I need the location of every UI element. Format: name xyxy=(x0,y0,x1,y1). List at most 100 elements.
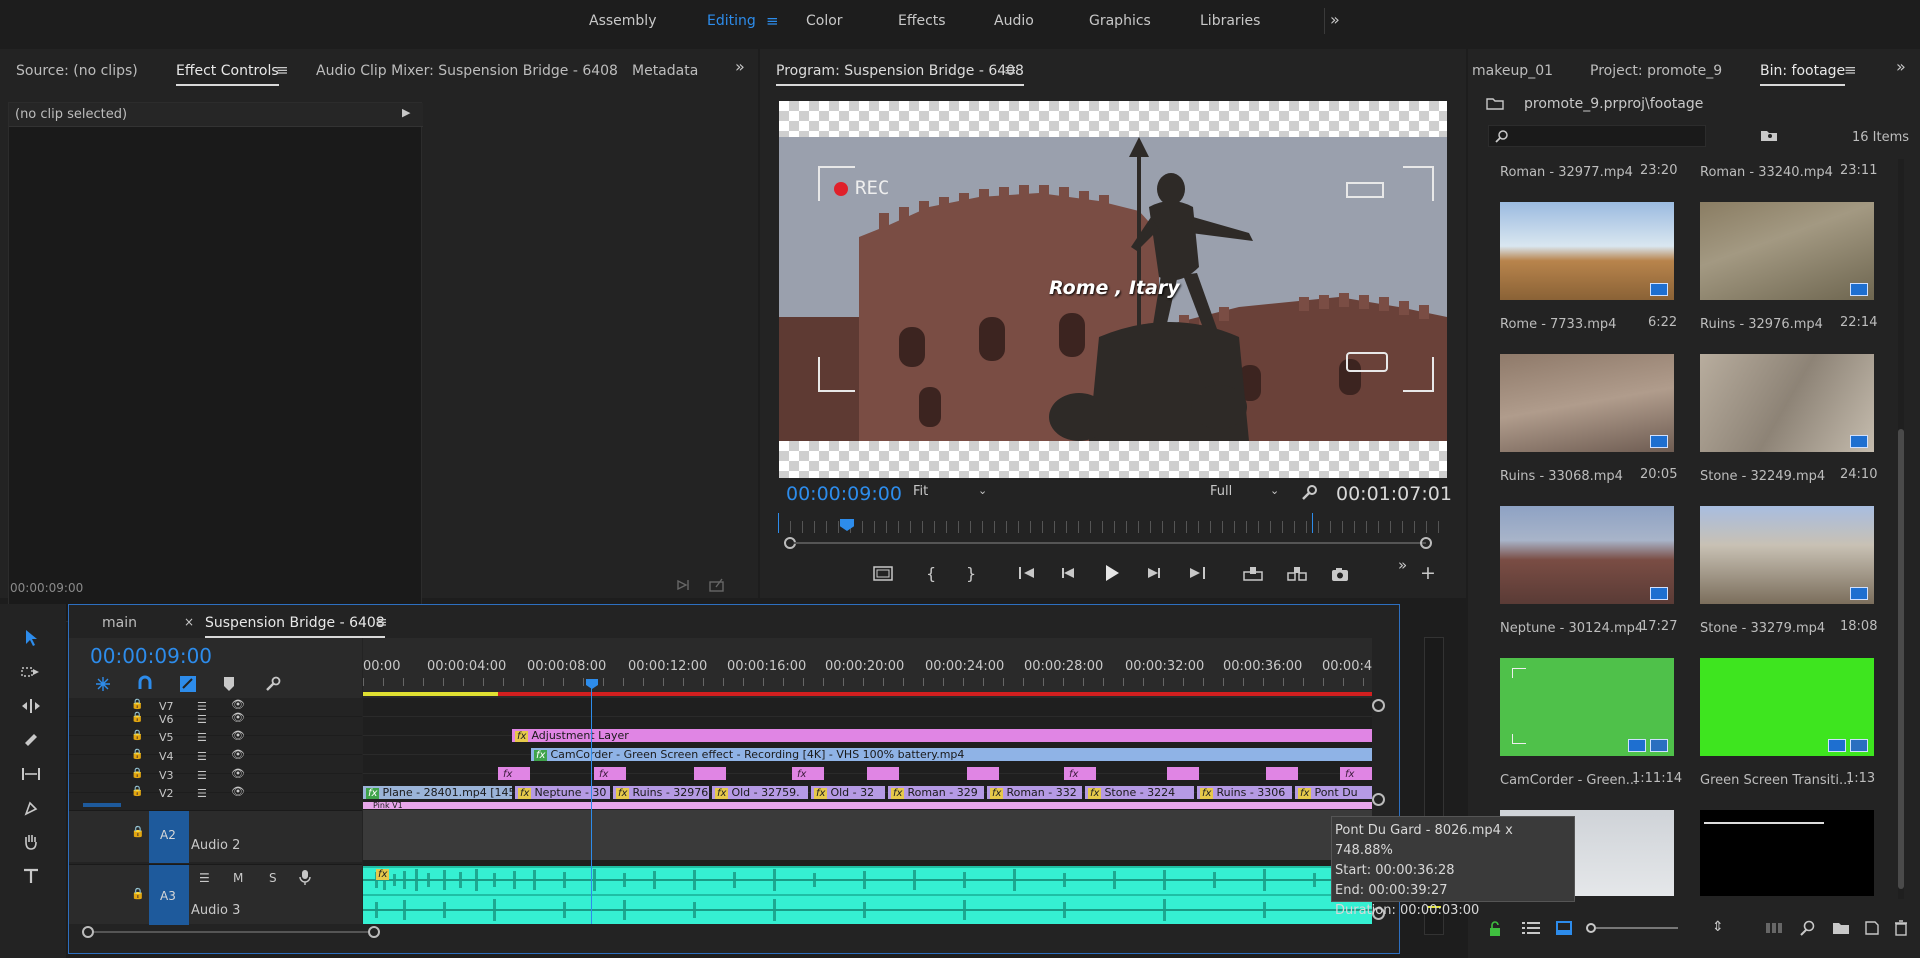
bin-item-name[interactable]: Rome - 7733.mp4 xyxy=(1500,317,1616,332)
lock-icon[interactable]: 🔒 xyxy=(131,730,143,741)
toggle-sync-icon[interactable]: ☰ xyxy=(197,750,207,763)
bin-item-name[interactable]: Green Screen Transiti... xyxy=(1700,773,1851,788)
zoom-handle-left[interactable] xyxy=(82,926,94,938)
bin-thumbnail-partial-dark[interactable] xyxy=(1700,810,1874,896)
step-back-icon[interactable] xyxy=(1060,566,1076,580)
tab-sequence-suspension-bridge[interactable]: Suspension Bridge - 6408 xyxy=(205,615,385,638)
program-viewer[interactable]: REC Rome , Itary xyxy=(779,101,1447,478)
workspace-menu-icon[interactable]: ≡ xyxy=(766,12,779,30)
lock-icon[interactable]: 🔒 xyxy=(131,749,143,760)
tab-source[interactable]: Source: (no clips) xyxy=(16,63,138,79)
workspace-tab-libraries[interactable]: Libraries xyxy=(1200,13,1260,29)
safe-margins-icon[interactable] xyxy=(872,564,894,582)
expand-arrow-icon[interactable]: ▶ xyxy=(402,106,410,119)
bin-item-name[interactable]: Ruins - 33068.mp4 xyxy=(1500,469,1623,484)
bin-thumbnail-ruins-2[interactable] xyxy=(1500,354,1674,452)
toggle-sync-icon[interactable]: ☰ xyxy=(197,787,207,800)
tab-metadata[interactable]: Metadata xyxy=(632,63,698,79)
timeline-menu-icon[interactable]: ≡ xyxy=(375,613,388,631)
find-icon[interactable] xyxy=(1800,920,1816,936)
track-select-tool-icon[interactable] xyxy=(16,658,46,686)
linked-selection-icon[interactable] xyxy=(179,675,197,693)
step-forward-icon[interactable] xyxy=(1146,566,1162,580)
bin-search-input[interactable] xyxy=(1488,125,1706,147)
timeline-settings-wrench-icon[interactable] xyxy=(265,676,281,692)
more-panels-icon[interactable]: » xyxy=(735,57,745,76)
icon-view-icon[interactable] xyxy=(1556,921,1572,935)
clip-v3[interactable] xyxy=(967,767,999,780)
bin-thumbnail-camcorder[interactable] xyxy=(1500,658,1674,756)
mark-in-icon[interactable]: { xyxy=(926,564,936,583)
program-current-time[interactable]: 00:00:09:00 xyxy=(786,483,902,505)
bin-item-name[interactable]: Roman - 33240.mp4 xyxy=(1700,165,1833,180)
clip-adjustment-layer[interactable]: fx Adjustment Layer xyxy=(512,729,1372,742)
clip-camcorder[interactable]: fx CamCorder - Green Screen effect - Reco… xyxy=(531,748,1372,761)
lock-icon[interactable] xyxy=(1488,921,1502,937)
eye-icon[interactable]: 👁 xyxy=(231,748,245,761)
extract-icon[interactable] xyxy=(1286,566,1308,582)
eye-icon[interactable]: 👁 xyxy=(231,711,245,724)
clip-v3[interactable]: fx xyxy=(498,767,530,780)
workspace-tab-effects[interactable]: Effects xyxy=(898,13,946,29)
bin-item-name[interactable]: Ruins - 32976.mp4 xyxy=(1700,317,1823,332)
lock-icon[interactable]: 🔒 xyxy=(131,887,145,900)
bin-thumbnail-green-screen[interactable] xyxy=(1700,658,1874,756)
add-button-icon[interactable]: + xyxy=(1420,562,1436,584)
zoom-handle-right[interactable] xyxy=(368,926,380,938)
delete-icon[interactable] xyxy=(1894,920,1908,936)
clip-v2[interactable]: fx Stone - 3224 xyxy=(1085,786,1194,799)
list-view-icon[interactable] xyxy=(1522,921,1540,935)
workspace-tab-color[interactable]: Color xyxy=(806,13,843,29)
bin-thumbnail-rome[interactable] xyxy=(1500,202,1674,300)
bin-item-name[interactable]: Neptune - 30124.mp4 xyxy=(1500,621,1643,636)
tab-makeup[interactable]: makeup_01 xyxy=(1472,63,1553,79)
tab-effect-controls[interactable]: Effect Controls xyxy=(176,63,279,86)
export-icon[interactable] xyxy=(708,577,726,593)
mark-out-icon[interactable]: } xyxy=(966,564,976,583)
bin-menu-icon[interactable]: ≡ xyxy=(1844,61,1857,79)
v1-source-patch[interactable] xyxy=(83,803,121,807)
panel-menu-icon[interactable]: ≡ xyxy=(276,61,289,79)
zoom-bar[interactable] xyxy=(784,537,1444,549)
microphone-icon[interactable] xyxy=(299,869,311,885)
tab-project[interactable]: Project: promote_9 xyxy=(1590,63,1722,79)
nest-icon[interactable] xyxy=(95,676,111,692)
toggle-sync-icon[interactable]: ☰ xyxy=(199,871,210,885)
automate-icon[interactable] xyxy=(1766,921,1784,935)
filter-audio-icon[interactable] xyxy=(676,577,694,593)
lock-icon[interactable]: 🔒 xyxy=(131,768,143,779)
bin-item-name[interactable]: Roman - 32977.mp4 xyxy=(1500,165,1633,180)
clip-v3[interactable] xyxy=(1167,767,1199,780)
program-scrubber[interactable] xyxy=(778,513,1446,533)
mute-button[interactable]: M xyxy=(233,871,243,885)
workspace-tab-assembly[interactable]: Assembly xyxy=(589,13,656,29)
timeline-zoom-bar[interactable] xyxy=(82,925,382,939)
add-marker-icon[interactable] xyxy=(223,676,235,692)
clip-v2[interactable]: fx Roman - 329 xyxy=(888,786,984,799)
tab-audio-clip-mixer[interactable]: Audio Clip Mixer: Suspension Bridge - 64… xyxy=(316,63,618,79)
camera-icon[interactable] xyxy=(1330,566,1350,582)
toggle-sync-icon[interactable]: ☰ xyxy=(197,713,207,726)
clip-v3[interactable]: fx xyxy=(792,767,824,780)
go-to-out-icon[interactable] xyxy=(1188,566,1206,580)
new-bin-icon[interactable] xyxy=(1832,921,1850,935)
eye-icon[interactable]: 👁 xyxy=(231,729,245,742)
clip-v2[interactable]: fx Pont Du xyxy=(1295,786,1372,799)
clip-v1-partial[interactable]: Pink V1 xyxy=(363,802,1372,809)
bin-thumbnail-stone[interactable] xyxy=(1700,354,1874,452)
clip-v3[interactable]: fx xyxy=(594,767,626,780)
eye-icon[interactable]: 👁 xyxy=(231,785,245,798)
ripple-edit-tool-icon[interactable] xyxy=(16,692,46,720)
clip-v2[interactable]: fx Roman - 332 xyxy=(987,786,1082,799)
more-controls-icon[interactable]: » xyxy=(1398,556,1407,574)
more-workspaces-icon[interactable]: » xyxy=(1330,10,1340,29)
slider-handle[interactable] xyxy=(1586,923,1596,933)
eye-icon[interactable]: 👁 xyxy=(231,698,245,711)
lock-icon[interactable]: 🔒 xyxy=(131,786,143,797)
bin-item-name[interactable]: Stone - 33279.mp4 xyxy=(1700,621,1825,636)
bin-item-name[interactable]: CamCorder - Green... xyxy=(1500,773,1638,788)
workspace-tab-audio[interactable]: Audio xyxy=(994,13,1034,29)
pen-tool-icon[interactable] xyxy=(16,794,46,822)
lock-icon[interactable]: 🔒 xyxy=(131,699,143,710)
go-to-in-icon[interactable] xyxy=(1018,566,1036,580)
